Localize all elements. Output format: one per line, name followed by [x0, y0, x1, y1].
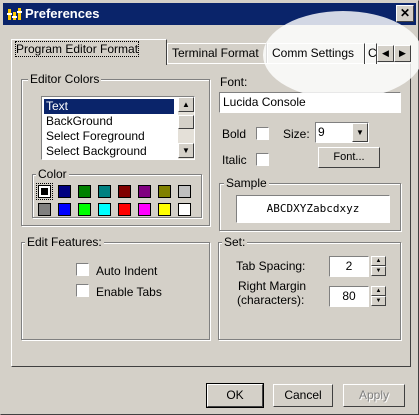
tab-label: Terminal Format — [172, 46, 259, 60]
size-dropdown-button[interactable]: ▼ — [352, 123, 368, 142]
tab-spacing-label: Tab Spacing: — [236, 259, 306, 273]
sample-preview: ABCDXYZabcdxyz — [236, 195, 390, 223]
font-name-field[interactable]: Lucida Console — [219, 92, 401, 113]
tab-terminal-format[interactable]: Terminal Format — [167, 43, 267, 64]
selected-color-marker — [41, 188, 48, 195]
right-margin-label: Right Margin — [238, 279, 307, 293]
list-item[interactable]: Select Background — [44, 144, 174, 159]
color-swatch[interactable] — [38, 203, 51, 216]
spin-up-icon: ▲ — [375, 288, 382, 294]
color-swatch[interactable] — [58, 185, 71, 198]
title-bar[interactable]: Preferences ✕ — [3, 3, 416, 25]
size-value: 9 — [318, 125, 325, 139]
size-dropdown[interactable]: 9 ▼ — [315, 122, 369, 143]
color-swatch[interactable] — [158, 185, 171, 198]
tab-label: Program Editor Format — [14, 41, 140, 57]
spin-down-icon: ▼ — [375, 268, 382, 274]
close-button[interactable]: ✕ — [396, 5, 414, 22]
color-swatch[interactable] — [158, 203, 171, 216]
enable-tabs-label: Enable Tabs — [96, 285, 162, 299]
chevron-up-icon: ▲ — [182, 100, 190, 109]
color-swatch[interactable] — [138, 185, 151, 198]
color-swatch[interactable] — [118, 203, 131, 216]
tab-comm-settings[interactable]: Comm Settings — [267, 43, 365, 64]
editor-colors-list[interactable]: Text BackGround Select Foreground Select… — [41, 96, 195, 160]
size-label: Size: — [283, 127, 310, 141]
apply-button[interactable]: Apply — [343, 384, 405, 407]
right-margin-units-label: (characters): — [237, 293, 305, 307]
font-button[interactable]: Font... — [318, 147, 380, 168]
color-swatch[interactable] — [178, 203, 191, 216]
spin-down-icon: ▼ — [375, 298, 382, 304]
scroll-down-button[interactable]: ▼ — [178, 143, 194, 158]
list-item[interactable]: Select Foreground — [44, 129, 174, 144]
right-margin-spin-up[interactable]: ▲ — [371, 286, 386, 296]
tab-scroll-left-button[interactable]: ◀ — [377, 45, 394, 62]
auto-indent-label: Auto Indent — [96, 264, 158, 278]
color-swatch[interactable] — [178, 185, 191, 198]
window-title: Preferences — [25, 6, 100, 21]
spin-up-icon: ▲ — [375, 258, 382, 264]
tab-scroll-right-button[interactable]: ▶ — [394, 45, 411, 62]
scroll-thumb[interactable] — [178, 115, 194, 129]
tab-spacing-spin-down[interactable]: ▼ — [371, 266, 386, 276]
tab-label: C — [368, 46, 377, 60]
bold-label: Bold — [222, 127, 247, 141]
auto-indent-checkbox[interactable] — [76, 263, 89, 276]
tab-spacing-field[interactable]: 2 — [329, 256, 369, 277]
enable-tabs-checkbox[interactable] — [76, 284, 89, 297]
preferences-window: Preferences ✕ Program Editor Format Term… — [0, 0, 419, 415]
list-scrollbar[interactable]: ▲ ▼ — [178, 97, 194, 159]
italic-checkbox[interactable] — [256, 153, 269, 166]
list-item[interactable]: Text — [44, 99, 174, 114]
chevron-down-icon: ▼ — [182, 146, 190, 155]
font-label: Font: — [220, 75, 248, 89]
color-swatch[interactable] — [118, 185, 131, 198]
color-swatch[interactable] — [98, 185, 111, 198]
color-swatch[interactable] — [58, 203, 71, 216]
scroll-up-button[interactable]: ▲ — [178, 97, 194, 112]
cancel-button[interactable]: Cancel — [273, 384, 333, 407]
color-label: Color — [36, 167, 69, 181]
right-margin-field[interactable]: 80 — [329, 286, 369, 307]
color-swatch[interactable] — [78, 185, 91, 198]
ok-button[interactable]: OK — [206, 383, 264, 408]
tab-truncated[interactable]: C — [365, 43, 377, 64]
color-swatch[interactable] — [138, 203, 151, 216]
tab-label: Comm Settings — [272, 46, 355, 60]
right-margin-spin-down[interactable]: ▼ — [371, 296, 386, 306]
tab-program-editor-format[interactable]: Program Editor Format — [11, 39, 167, 65]
bold-checkbox[interactable] — [256, 127, 269, 140]
chevron-left-icon: ◀ — [382, 48, 389, 58]
italic-label: Italic — [222, 153, 247, 167]
editor-colors-label: Editor Colors — [28, 72, 102, 86]
close-icon: ✕ — [399, 6, 411, 20]
tab-spacing-spin-up[interactable]: ▲ — [371, 256, 386, 266]
color-swatch[interactable] — [98, 203, 111, 216]
list-item[interactable]: BackGround — [44, 114, 174, 129]
color-swatch[interactable] — [78, 203, 91, 216]
preferences-icon — [7, 8, 22, 20]
edit-features-label: Edit Features: — [25, 235, 104, 249]
chevron-down-icon: ▼ — [356, 128, 364, 137]
chevron-right-icon: ▶ — [399, 48, 406, 58]
set-label: Set: — [222, 235, 248, 249]
sample-label: Sample — [224, 176, 269, 190]
tab-panel: Editor Colors Text BackGround Select For… — [11, 63, 411, 367]
color-swatch[interactable] — [36, 183, 53, 200]
